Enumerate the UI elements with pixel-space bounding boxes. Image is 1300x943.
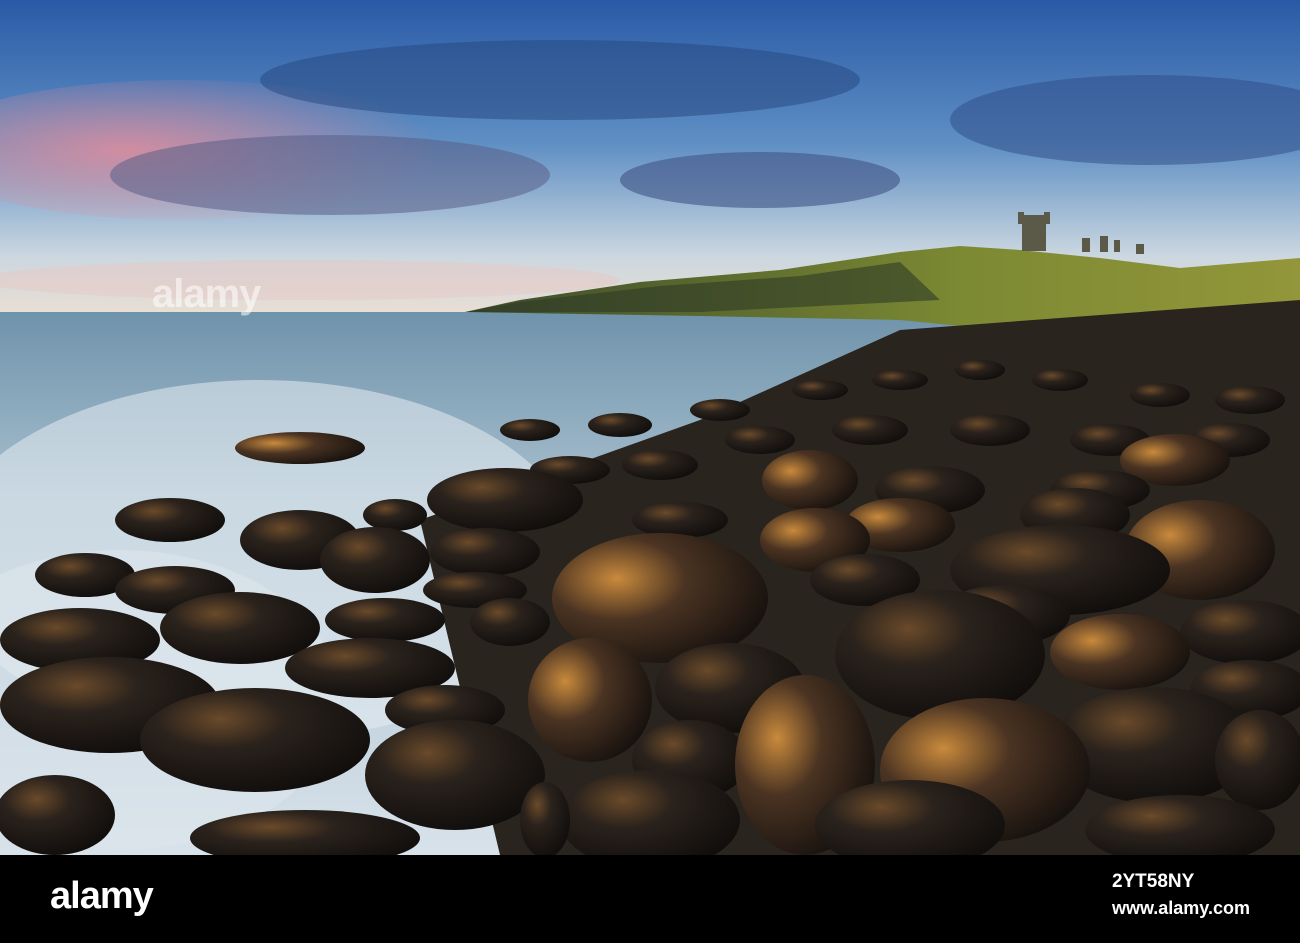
watermark-text: alamy <box>152 272 261 316</box>
image-id: 2YT58NY <box>1111 871 1195 892</box>
photo: alamy <box>0 0 1300 855</box>
image-meta: 2YT58NY www.alamy.com <box>1112 869 1250 921</box>
brand-logo[interactable]: alamy <box>50 875 154 918</box>
footer-bar: alamy 2YT58NY www.alamy.com <box>0 855 1300 943</box>
site-link[interactable]: www.alamy.com <box>1112 895 1250 921</box>
coastal-landscape-image <box>0 0 1300 855</box>
